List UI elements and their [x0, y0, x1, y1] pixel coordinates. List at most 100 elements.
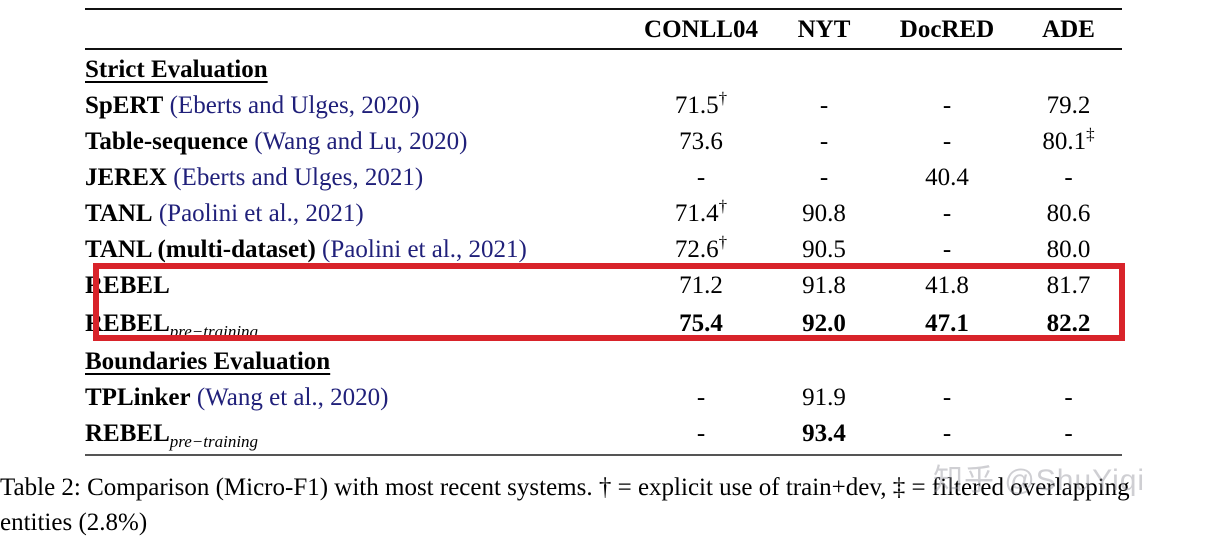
cell-ade: - [1015, 160, 1122, 196]
cell-docred: 40.4 [925, 164, 969, 191]
cell-nyt: 91.9 [802, 384, 846, 411]
cell-conll04: 72.6† [633, 232, 769, 268]
cell-nyt: 90.5 [802, 236, 846, 263]
cell-nyt: 93.4 [802, 420, 846, 447]
citation: (Paolini et al., 2021) [158, 200, 364, 227]
cell-ade: 80.6 [1015, 196, 1122, 232]
system-subscript: pre−training [169, 322, 259, 341]
value: - [696, 164, 706, 191]
results-table-container: CONLL04 NYT DocRED ADE Strict Evaluation [85, 8, 1122, 458]
table-row: Table-sequence (Wang and Lu, 2020) 73.6 … [85, 124, 1122, 160]
value: 71.5 [674, 92, 719, 119]
cell-docred: 47.1 [925, 310, 969, 337]
cell-conll04: 71.2 [633, 268, 769, 306]
system-name: REBEL [85, 420, 170, 447]
row-label: TANL (multi-dataset) (Paolini et al., 20… [85, 232, 633, 268]
system-extra: (multi-dataset) [151, 236, 323, 263]
value: 80.0 [1046, 236, 1091, 263]
cell-conll04: - [696, 420, 706, 447]
header-docred: DocRED [899, 16, 995, 43]
dagger-mark: † [718, 88, 728, 108]
cell-nyt: - [819, 164, 829, 191]
row-label: REBELpre−training [85, 306, 633, 344]
value: 80.6 [1046, 200, 1091, 227]
cell-ade: 81.7 [1046, 272, 1091, 299]
cell-docred: - [942, 92, 952, 119]
table-header-row: CONLL04 NYT DocRED ADE [85, 12, 1122, 49]
value: 79.2 [1046, 92, 1091, 119]
system-name: TPLinker [85, 384, 191, 411]
table-figure: CONLL04 NYT DocRED ADE Strict Evaluation [0, 0, 1211, 536]
table-row: TPLinker (Wang et al., 2020) - 91.9 - - [85, 380, 1122, 416]
cell-docred: - [942, 128, 952, 155]
citation: (Eberts and Ulges, 2020) [169, 92, 420, 119]
section-heading-row: Boundaries Evaluation [85, 344, 1122, 380]
value: - [1064, 164, 1073, 191]
caption-line-1: Table 2: Comparison (Micro-F1) with most… [0, 474, 1130, 501]
system-name: TANL [85, 236, 152, 263]
row-label: REBELpre−training [85, 416, 633, 455]
value: 73.6 [679, 128, 723, 155]
table-row: TANL (multi-dataset) (Paolini et al., 20… [85, 232, 1122, 268]
dagger-mark: ‡ [1086, 124, 1095, 144]
table-row-rebel-pretraining-boundaries: REBELpre−training - 93.4 - - [85, 416, 1122, 455]
row-label: TPLinker (Wang et al., 2020) [85, 380, 633, 416]
section-heading-boundaries: Boundaries Evaluation [85, 348, 331, 375]
cell-docred: - [942, 236, 952, 263]
system-name: Table-sequence [85, 128, 248, 155]
cell-nyt: 91.8 [802, 272, 846, 299]
citation: (Paolini et al., 2021) [322, 236, 527, 263]
dagger-mark: † [718, 196, 728, 216]
system-name: REBEL [85, 272, 170, 299]
row-label: SpERT (Eberts and Ulges, 2020) [85, 88, 633, 124]
system-name: TANL [85, 200, 153, 227]
system-name: SpERT [85, 92, 164, 119]
cell-nyt: 92.0 [802, 310, 846, 337]
cell-ade: - [1064, 420, 1073, 447]
cell-conll04: - [696, 384, 706, 411]
row-label: REBEL [85, 268, 633, 306]
header-ade: ADE [1042, 16, 1095, 43]
header-conll04: CONLL04 [644, 16, 758, 43]
cell-docred: - [942, 420, 952, 447]
section-heading-row: Strict Evaluation [85, 52, 1122, 88]
cell-nyt: - [819, 128, 829, 155]
cell-nyt: 90.8 [802, 200, 846, 227]
table-row: JEREX (Eberts and Ulges, 2021) - - 40.4 … [85, 160, 1122, 196]
table-caption: Table 2: Comparison (Micro-F1) with most… [0, 470, 1211, 540]
table-row-rebel: REBEL 71.2 91.8 41.8 81.7 [85, 268, 1122, 306]
results-table: CONLL04 NYT DocRED ADE Strict Evaluation [85, 8, 1122, 458]
cell-conll04: 73.6 [633, 124, 769, 160]
cell-ade: 80.0 [1015, 232, 1122, 268]
cell-docred: 41.8 [925, 272, 969, 299]
cell-conll04: - [633, 160, 769, 196]
cell-conll04: 71.4† [633, 196, 769, 232]
cell-docred: - [942, 384, 952, 411]
value: 71.2 [679, 272, 723, 299]
value: 80.1 [1042, 128, 1087, 155]
cell-ade: 82.2 [1046, 310, 1091, 337]
citation: (Eberts and Ulges, 2021) [173, 164, 424, 191]
caption-line-2: entities (2.8%) [0, 509, 148, 536]
value: 72.6 [674, 236, 719, 263]
cell-docred: - [942, 200, 952, 227]
dagger-mark: † [718, 232, 728, 252]
table-row-rebel-pretraining: REBELpre−training 75.4 92.0 47.1 82.2 [85, 306, 1122, 344]
value: 71.4 [674, 200, 719, 227]
citation: (Wang et al., 2020) [196, 384, 389, 411]
cell-ade: - [1064, 384, 1073, 411]
row-label: TANL (Paolini et al., 2021) [85, 196, 633, 232]
cell-conll04: 71.5† [633, 88, 769, 124]
cell-conll04: 75.4 [679, 310, 723, 337]
header-label-blank [85, 12, 633, 49]
table-row: SpERT (Eberts and Ulges, 2020) 71.5† - -… [85, 88, 1122, 124]
citation: (Wang and Lu, 2020) [254, 128, 468, 155]
cell-nyt: - [819, 92, 829, 119]
cell-ade: 79.2 [1015, 88, 1122, 124]
header-nyt: NYT [797, 16, 851, 43]
row-label: Table-sequence (Wang and Lu, 2020) [85, 124, 633, 160]
row-label: JEREX (Eberts and Ulges, 2021) [85, 160, 633, 196]
section-heading-strict: Strict Evaluation [85, 56, 268, 83]
system-name: JEREX [85, 164, 167, 191]
cell-ade: 80.1‡ [1015, 124, 1122, 160]
